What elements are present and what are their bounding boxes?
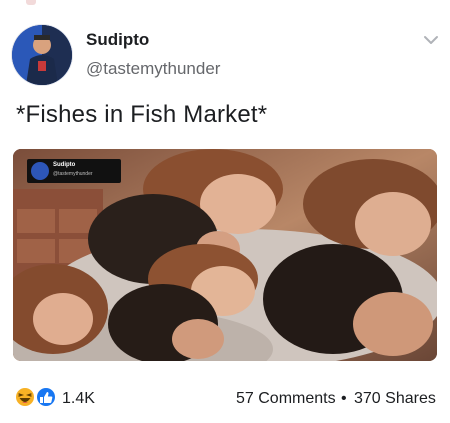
shares-count[interactable]: 370 Shares bbox=[354, 390, 436, 408]
post-caption: *Fishes in Fish Market* bbox=[16, 101, 268, 128]
separator-dot: • bbox=[341, 390, 347, 407]
embedded-author-handle: @tastemythunder bbox=[53, 171, 93, 177]
author-name[interactable]: Sudipto bbox=[86, 30, 149, 50]
avatar-illustration bbox=[12, 25, 72, 85]
embedded-author-name: Sudipto bbox=[53, 162, 76, 168]
haha-emoji-icon bbox=[14, 386, 36, 408]
like-icon bbox=[35, 386, 57, 408]
author-handle[interactable]: @tastemythunder bbox=[86, 59, 220, 79]
embedded-avatar bbox=[31, 162, 49, 180]
chevron-down-icon[interactable] bbox=[422, 33, 440, 47]
post-footer: 1.4K 57 Comments • 370 Shares bbox=[0, 380, 450, 414]
embedded-profile-card: Sudipto @tastemythunder bbox=[27, 159, 121, 183]
reaction-icons[interactable] bbox=[14, 386, 58, 408]
author-avatar[interactable] bbox=[12, 25, 72, 85]
comments-count[interactable]: 57 Comments bbox=[236, 390, 336, 408]
post-image[interactable]: Sudipto @tastemythunder bbox=[13, 149, 437, 361]
reaction-count[interactable]: 1.4K bbox=[62, 390, 95, 408]
post-header: Sudipto @tastemythunder bbox=[0, 0, 450, 100]
